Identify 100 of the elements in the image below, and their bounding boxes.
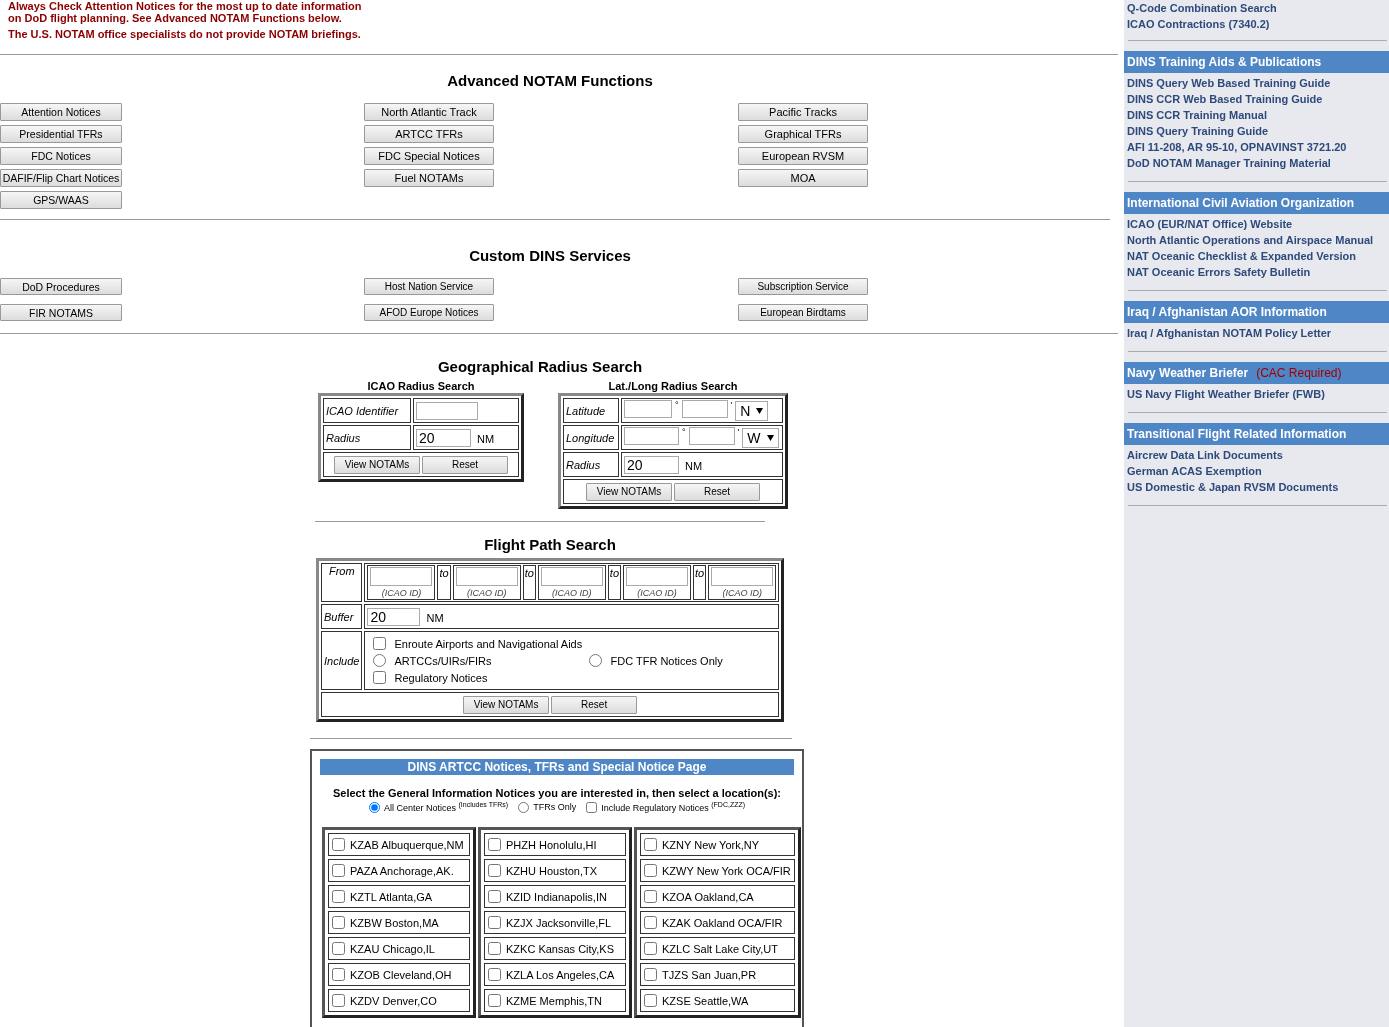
checkbox[interactable]	[332, 916, 345, 930]
checkbox[interactable]	[332, 890, 345, 904]
checkbox[interactable]	[488, 994, 501, 1008]
function-button[interactable]: Presidential TFRs	[0, 125, 122, 143]
service-button[interactable]: European Birdtams	[738, 304, 868, 321]
function-button[interactable]: DAFIF/Flip Chart Notices	[0, 169, 122, 187]
sidebar-link[interactable]: German ACAS Exemption	[1127, 463, 1389, 479]
location-option[interactable]: TJZS San Juan,PR	[640, 963, 795, 987]
function-button[interactable]: European RVSM	[738, 147, 868, 165]
location-option[interactable]: KZAK Oakland OCA/FIR	[640, 911, 795, 935]
location-option[interactable]: PAZA Anchorage,AK.	[328, 859, 470, 883]
location-option[interactable]: KZOA Oakland,CA	[640, 885, 795, 909]
sidebar-link[interactable]: US Domestic & Japan RVSM Documents	[1127, 479, 1389, 495]
sidebar-link[interactable]: DINS CCR Training Manual	[1127, 107, 1389, 123]
location-option[interactable]: KZHU Houston,TX	[484, 859, 626, 883]
degrees-field[interactable]	[624, 400, 672, 418]
checkbox[interactable]	[373, 671, 387, 685]
minutes-field[interactable]	[688, 427, 735, 446]
location-option[interactable]: KZAB Albuquerque,NM	[328, 833, 470, 857]
function-button[interactable]: Graphical TFRs	[738, 125, 868, 143]
sidebar-link[interactable]: DINS Query Web Based Training Guide	[1127, 75, 1389, 91]
checkbox[interactable]	[332, 864, 345, 878]
sidebar-link[interactable]: NAT Oceanic Errors Safety Bulletin	[1127, 264, 1389, 280]
sidebar-link[interactable]: ICAO Contractions (7340.2)	[1127, 16, 1389, 32]
minutes-field[interactable]	[681, 400, 728, 418]
waypoint-field[interactable]	[370, 567, 433, 587]
function-button[interactable]: North Atlantic Track	[364, 103, 494, 121]
sidebar-link[interactable]: DINS Query Training Guide	[1127, 123, 1389, 139]
radius-field[interactable]: 20	[416, 428, 471, 447]
hemisphere-dropdown[interactable]: W	[742, 428, 779, 449]
form-button[interactable]: View NOTAMs	[463, 695, 550, 714]
location-option[interactable]: KZLA Los Angeles,CA	[484, 963, 626, 987]
radio-button[interactable]	[368, 801, 380, 813]
checkbox[interactable]	[586, 801, 598, 813]
location-option[interactable]: KZJX Jacksonville,FL	[484, 911, 626, 935]
function-button[interactable]: ARTCC TFRs	[364, 125, 494, 143]
waypoint-field[interactable]	[455, 567, 518, 587]
checkbox[interactable]	[644, 838, 657, 852]
radio-button[interactable]	[518, 801, 530, 813]
checkbox[interactable]	[488, 838, 501, 852]
sidebar-link[interactable]: NAT Oceanic Checklist & Expanded Version	[1127, 248, 1389, 264]
waypoint-field[interactable]	[626, 567, 689, 587]
location-option[interactable]: KZWY New York OCA/FIR	[640, 859, 795, 883]
sidebar-link[interactable]: North Atlantic Operations and Airspace Manual	[1127, 232, 1389, 248]
radio-button[interactable]	[589, 654, 603, 668]
location-option[interactable]: KZBW Boston,MA	[328, 911, 470, 935]
location-option[interactable]: KZKC Kansas City,KS	[484, 937, 626, 961]
function-button[interactable]: Fuel NOTAMs	[364, 169, 494, 187]
sidebar-link[interactable]: ICAO (EUR/NAT Office) Website	[1127, 216, 1389, 232]
function-button[interactable]: Attention Notices	[0, 103, 122, 121]
checkbox[interactable]	[332, 942, 345, 956]
checkbox[interactable]	[644, 916, 657, 930]
sidebar-link[interactable]: DINS CCR Web Based Training Guide	[1127, 91, 1389, 107]
location-option[interactable]: KZLC Salt Lake City,UT	[640, 937, 795, 961]
service-button[interactable]: FIR NOTAMS	[0, 304, 122, 321]
checkbox[interactable]	[644, 890, 657, 904]
sidebar-link[interactable]: AFI 11-208, AR 95-10, OPNAVINST 3721.20	[1127, 139, 1389, 155]
sidebar-link[interactable]: US Navy Flight Weather Briefer (FWB)	[1127, 386, 1389, 402]
function-button[interactable]: FDC Notices	[0, 147, 122, 165]
form-button[interactable]: Reset	[551, 695, 638, 714]
checkbox[interactable]	[332, 968, 345, 982]
location-option[interactable]: KZSE Seattle,WA	[640, 989, 795, 1013]
checkbox[interactable]	[332, 838, 345, 852]
sidebar-link[interactable]: Iraq / Afghanistan NOTAM Policy Letter	[1127, 325, 1389, 341]
location-option[interactable]: KZTL Atlanta,GA	[328, 885, 470, 909]
service-button[interactable]: Subscription Service	[738, 278, 868, 295]
location-option[interactable]: KZID Indianapolis,IN	[484, 885, 626, 909]
radius-field[interactable]: 20	[624, 455, 679, 474]
radio-button[interactable]	[373, 654, 387, 668]
form-button[interactable]: View NOTAMs	[586, 482, 672, 501]
checkbox[interactable]	[644, 942, 657, 956]
function-button[interactable]: MOA	[738, 169, 868, 187]
checkbox[interactable]	[488, 916, 501, 930]
checkbox[interactable]	[488, 968, 501, 982]
function-button[interactable]: FDC Special Notices	[364, 147, 494, 165]
checkbox[interactable]	[373, 637, 387, 651]
checkbox[interactable]	[488, 890, 501, 904]
sidebar-link[interactable]: DoD NOTAM Manager Training Material	[1127, 155, 1389, 171]
location-option[interactable]: KZOB Cleveland,OH	[328, 963, 470, 987]
checkbox[interactable]	[332, 994, 345, 1008]
checkbox[interactable]	[644, 994, 657, 1008]
waypoint-field[interactable]	[540, 567, 603, 587]
location-option[interactable]: KZAU Chicago,IL	[328, 937, 470, 961]
location-option[interactable]: KZNY New York,NY	[640, 833, 795, 857]
function-button[interactable]: Pacific Tracks	[738, 103, 868, 121]
degrees-field[interactable]	[624, 427, 679, 446]
service-button[interactable]: DoD Procedures	[0, 278, 122, 295]
sidebar-link[interactable]: Q-Code Combination Search	[1127, 0, 1389, 16]
location-option[interactable]: PHZH Honolulu,HI	[484, 833, 626, 857]
sidebar-link[interactable]: Aircrew Data Link Documents	[1127, 447, 1389, 463]
checkbox[interactable]	[644, 864, 657, 878]
function-button[interactable]: GPS/WAAS	[0, 191, 122, 209]
checkbox[interactable]	[644, 968, 657, 982]
form-button[interactable]: Reset	[422, 455, 508, 474]
service-button[interactable]: AFOD Europe Notices	[364, 304, 494, 321]
checkbox[interactable]	[488, 942, 501, 956]
checkbox[interactable]	[488, 864, 501, 878]
location-option[interactable]: KZME Memphis,TN	[484, 989, 626, 1013]
form-button[interactable]: Reset	[674, 482, 760, 501]
service-button[interactable]: Host Nation Service	[364, 278, 494, 295]
